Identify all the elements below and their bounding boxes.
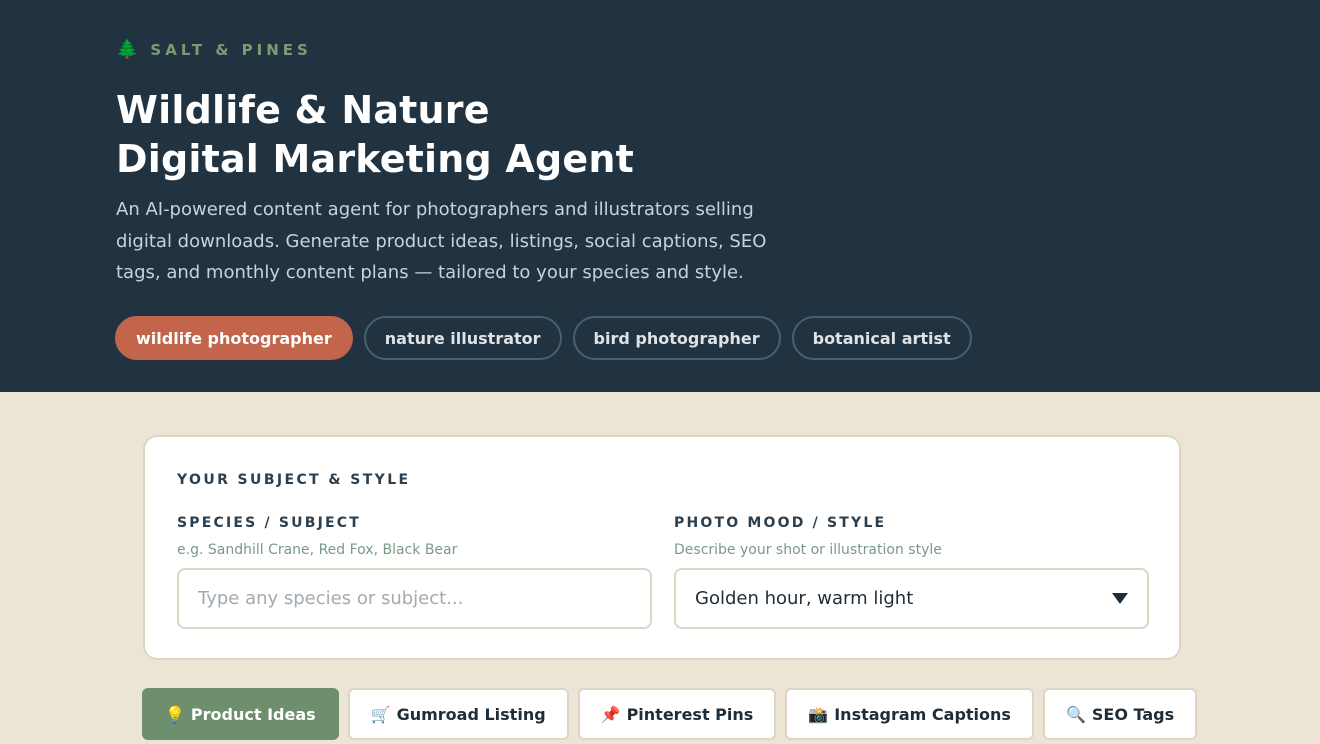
brand: 🌲 SALT & PINES — [116, 38, 312, 62]
species-field — [177, 568, 652, 629]
mood-select-value: Golden hour, warm light — [695, 588, 914, 609]
pushpin-icon: 📌 — [600, 704, 621, 724]
mood-hint: Describe your shot or illustration style — [674, 542, 942, 558]
tree-icon: 🌲 — [116, 39, 139, 60]
page-title-line-2: Digital Marketing Agent — [116, 137, 634, 181]
mood-label: PHOTO MOOD / STYLE — [674, 515, 887, 531]
card-title: YOUR SUBJECT & STYLE — [177, 472, 411, 488]
camera-flash-icon: 📸 — [808, 704, 829, 724]
brand-name: SALT & PINES — [150, 41, 312, 59]
tab-label: Instagram Captions — [834, 704, 1011, 724]
species-input[interactable] — [198, 588, 631, 609]
magnifier-icon: 🔍 — [1065, 704, 1086, 724]
tab-gumroad-listing[interactable]: 🛒 Gumroad Listing — [347, 688, 569, 740]
tab-label: Pinterest Pins — [626, 704, 754, 724]
tab-label: Product Ideas — [190, 704, 316, 724]
page-title: Wildlife & Nature Digital Marketing Agen… — [116, 86, 916, 184]
persona-chip-bird-photographer[interactable]: bird photographer — [572, 316, 781, 360]
species-hint: e.g. Sandhill Crane, Red Fox, Black Bear — [177, 542, 458, 558]
tab-instagram-captions[interactable]: 📸 Instagram Captions — [785, 688, 1034, 740]
output-tabs: 💡 Product Ideas 🛒 Gumroad Listing 📌 Pint… — [142, 688, 1198, 740]
subject-style-card: YOUR SUBJECT & STYLE SPECIES / SUBJECT e… — [143, 435, 1181, 660]
persona-chip-botanical-artist[interactable]: botanical artist — [791, 316, 972, 360]
hero-description: An AI-powered content agent for photogra… — [116, 199, 767, 283]
persona-chip-wildlife-photographer[interactable]: wildlife photographer — [115, 316, 353, 360]
species-label: SPECIES / SUBJECT — [177, 515, 362, 531]
hero-header: 🌲 SALT & PINES Wildlife & Nature Digital… — [0, 0, 1320, 392]
tab-product-ideas[interactable]: 💡 Product Ideas — [142, 688, 339, 740]
page-title-line-1: Wildlife & Nature — [116, 88, 490, 132]
persona-chips: wildlife photographer nature illustrator… — [115, 316, 972, 360]
tab-pinterest-pins[interactable]: 📌 Pinterest Pins — [577, 688, 777, 740]
caret-down-icon — [1112, 593, 1128, 604]
mood-select[interactable]: Golden hour, warm light — [674, 568, 1149, 629]
persona-chip-nature-illustrator[interactable]: nature illustrator — [363, 316, 562, 360]
shopping-cart-icon: 🛒 — [370, 704, 391, 724]
tab-label: Gumroad Listing — [396, 704, 546, 724]
tab-seo-tags[interactable]: 🔍 SEO Tags — [1042, 688, 1198, 740]
lightbulb-icon: 💡 — [165, 704, 185, 724]
tab-label: SEO Tags — [1091, 704, 1175, 724]
